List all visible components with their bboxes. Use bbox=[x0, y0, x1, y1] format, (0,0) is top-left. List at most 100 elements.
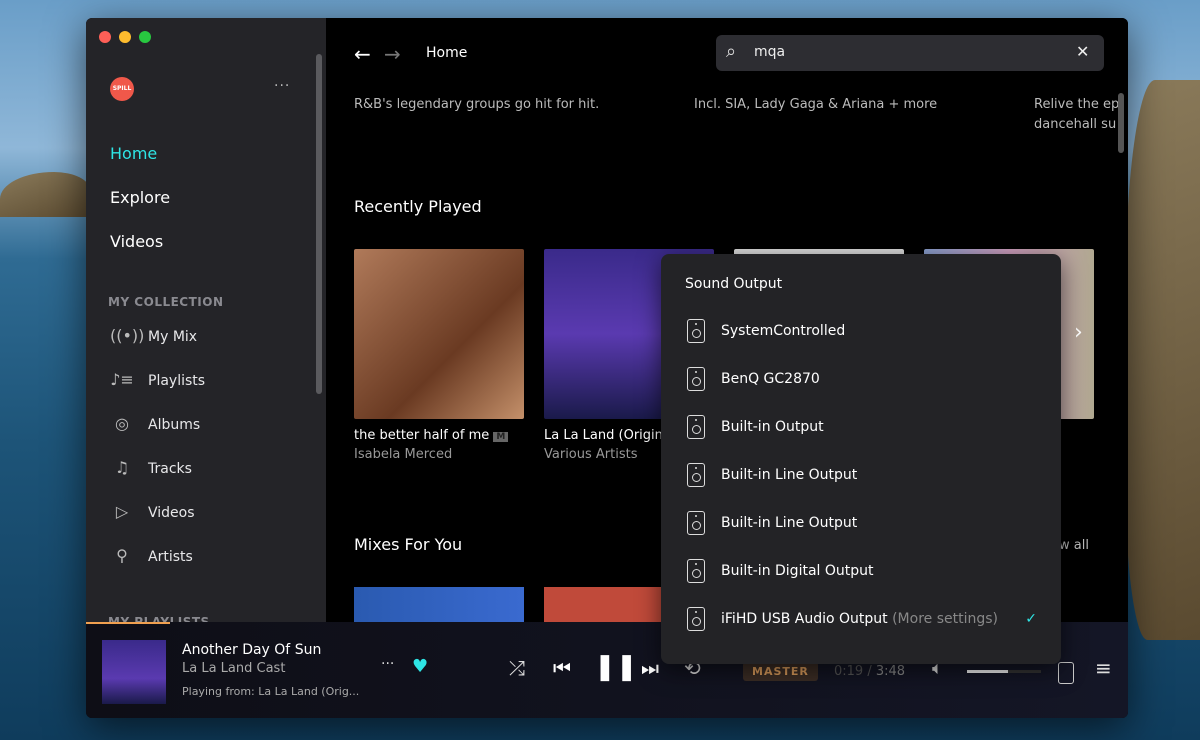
speaker-icon bbox=[687, 319, 705, 343]
label: Videos bbox=[148, 505, 195, 521]
track-more-button[interactable]: ··· bbox=[381, 656, 394, 672]
title: the better half of me bbox=[354, 428, 490, 443]
more-options-button[interactable]: ··· bbox=[274, 78, 290, 94]
label: Built-in Digital Output bbox=[721, 563, 874, 579]
back-button[interactable]: ← bbox=[354, 42, 371, 66]
volume-fill bbox=[967, 670, 1008, 673]
sidebar-item-tracks[interactable]: ♫ Tracks bbox=[110, 457, 192, 481]
sidebar: SPILL ··· Home Explore Videos MY COLLECT… bbox=[86, 18, 326, 629]
output-option[interactable]: BenQ GC2870 bbox=[687, 365, 820, 393]
sidebar-item-videos[interactable]: ▷ Videos bbox=[110, 501, 195, 525]
label: Built-in Line Output bbox=[721, 515, 858, 531]
master-quality-badge[interactable]: MASTER bbox=[743, 662, 818, 681]
sound-output-button[interactable] bbox=[1058, 662, 1074, 684]
album-artist[interactable]: Isabela Merced bbox=[354, 447, 452, 462]
collection-header: MY COLLECTION bbox=[108, 295, 224, 309]
album-artist[interactable]: Various Artists bbox=[544, 447, 638, 462]
main-scrollbar[interactable] bbox=[1118, 93, 1124, 153]
radio-icon: ((•)) bbox=[110, 326, 145, 345]
check-icon: ✓ bbox=[1025, 611, 1037, 627]
description: Incl. SIA, Lady Gaga & Ariana + more bbox=[694, 97, 938, 112]
nav-explore[interactable]: Explore bbox=[110, 188, 170, 207]
album-icon: ◎ bbox=[115, 414, 129, 433]
shuffle-button[interactable]: ⤮ bbox=[509, 656, 525, 680]
sidebar-item-albums[interactable]: ◎ Albums bbox=[110, 413, 200, 437]
album-cover-better-half[interactable] bbox=[354, 249, 524, 419]
label: Tracks bbox=[148, 461, 192, 477]
desktop-cliff bbox=[0, 172, 90, 217]
heart-icon[interactable]: ♥ bbox=[412, 656, 428, 677]
output-option[interactable]: Built-in Output bbox=[687, 413, 824, 441]
carousel-next-button[interactable]: › bbox=[1074, 320, 1083, 345]
label: SystemControlled bbox=[721, 323, 846, 339]
speaker-icon bbox=[687, 511, 705, 535]
track-title[interactable]: Another Day Of Sun bbox=[182, 642, 321, 658]
description: dancehall su bbox=[1034, 117, 1117, 132]
queue-icon[interactable]: ≡ bbox=[1095, 656, 1112, 680]
sound-output-menu: Sound Output SystemControlled BenQ GC287… bbox=[661, 254, 1061, 664]
label: Artists bbox=[148, 549, 193, 565]
label: Playlists bbox=[148, 373, 206, 389]
view-all-link[interactable]: w all bbox=[1059, 538, 1089, 553]
desktop-cliff bbox=[1125, 80, 1200, 640]
speaker-icon bbox=[687, 559, 705, 583]
nav-home[interactable]: Home bbox=[110, 144, 157, 163]
sep: / bbox=[863, 664, 876, 679]
clear-search-icon[interactable]: ✕ bbox=[1076, 42, 1089, 61]
next-button[interactable]: ⏭ bbox=[641, 656, 659, 680]
now-playing-cover[interactable] bbox=[102, 640, 166, 704]
sidebar-item-my-mix[interactable]: ((•)) My Mix bbox=[110, 325, 197, 349]
note-icon: ♫ bbox=[114, 458, 130, 477]
search-icon: ⌕ bbox=[726, 41, 737, 62]
elapsed: 0:19 bbox=[834, 664, 864, 679]
output-option[interactable]: Built-in Digital Output bbox=[687, 557, 874, 585]
duration: 3:48 bbox=[875, 664, 906, 679]
label: Built-in Output bbox=[721, 419, 824, 435]
mix-cover[interactable] bbox=[354, 587, 524, 627]
forward-button[interactable]: → bbox=[384, 42, 401, 66]
video-icon: ▷ bbox=[115, 502, 129, 521]
speaker-icon bbox=[687, 463, 705, 487]
section-title: Recently Played bbox=[354, 197, 482, 216]
output-option-selected[interactable]: iFiHD USB Audio Output (More settings) ✓ bbox=[687, 605, 1037, 633]
progress-bar[interactable] bbox=[86, 622, 170, 624]
output-option[interactable]: SystemControlled bbox=[687, 317, 845, 345]
label: iFiHD USB Audio Output bbox=[721, 611, 888, 627]
minimize-window-button[interactable] bbox=[119, 31, 131, 43]
album-title[interactable]: the better half of me M bbox=[354, 428, 509, 443]
sidebar-scrollbar[interactable] bbox=[316, 54, 322, 394]
volume-slider[interactable] bbox=[967, 670, 1041, 673]
description: Relive the ep bbox=[1034, 97, 1120, 112]
app-logo[interactable]: SPILL bbox=[110, 77, 134, 101]
album-title[interactable]: La La Land (Origin bbox=[544, 428, 663, 443]
label: Built-in Line Output bbox=[721, 467, 858, 483]
output-option[interactable]: Built-in Line Output bbox=[687, 461, 857, 489]
search-input[interactable]: ⌕ mqa ✕ bbox=[716, 35, 1104, 71]
sidebar-item-artists[interactable]: ⚲ Artists bbox=[110, 545, 193, 569]
label: BenQ GC2870 bbox=[721, 371, 820, 387]
pause-button[interactable]: ❚❚ bbox=[594, 652, 638, 682]
close-window-button[interactable] bbox=[99, 31, 111, 43]
label: Albums bbox=[148, 417, 201, 433]
maximize-window-button[interactable] bbox=[139, 31, 151, 43]
speaker-icon bbox=[687, 607, 705, 631]
description: R&B's legendary groups go hit for hit. bbox=[354, 97, 600, 112]
mix-cover[interactable] bbox=[544, 587, 664, 627]
output-option[interactable]: Built-in Line Output bbox=[687, 509, 857, 537]
menu-title: Sound Output bbox=[685, 276, 783, 292]
section-title: Mixes For You bbox=[354, 535, 463, 554]
nav-videos[interactable]: Videos bbox=[110, 232, 163, 251]
time-display: 0:19 / 3:48 bbox=[834, 664, 905, 679]
sidebar-item-playlists[interactable]: ♪≡ Playlists bbox=[110, 369, 205, 393]
speaker-icon bbox=[687, 415, 705, 439]
playing-from[interactable]: Playing from: La La Land (Orig... bbox=[182, 685, 359, 698]
playlist-icon: ♪≡ bbox=[110, 370, 134, 389]
search-value: mqa bbox=[754, 44, 786, 60]
track-artist[interactable]: La La Land Cast bbox=[182, 661, 285, 676]
microphone-icon: ⚲ bbox=[116, 546, 128, 565]
previous-button[interactable]: ⏮ bbox=[553, 656, 571, 680]
master-badge: M bbox=[493, 432, 509, 442]
speaker-icon bbox=[687, 367, 705, 391]
breadcrumb: Home bbox=[426, 45, 468, 61]
more-settings-link[interactable]: (More settings) bbox=[892, 611, 998, 627]
